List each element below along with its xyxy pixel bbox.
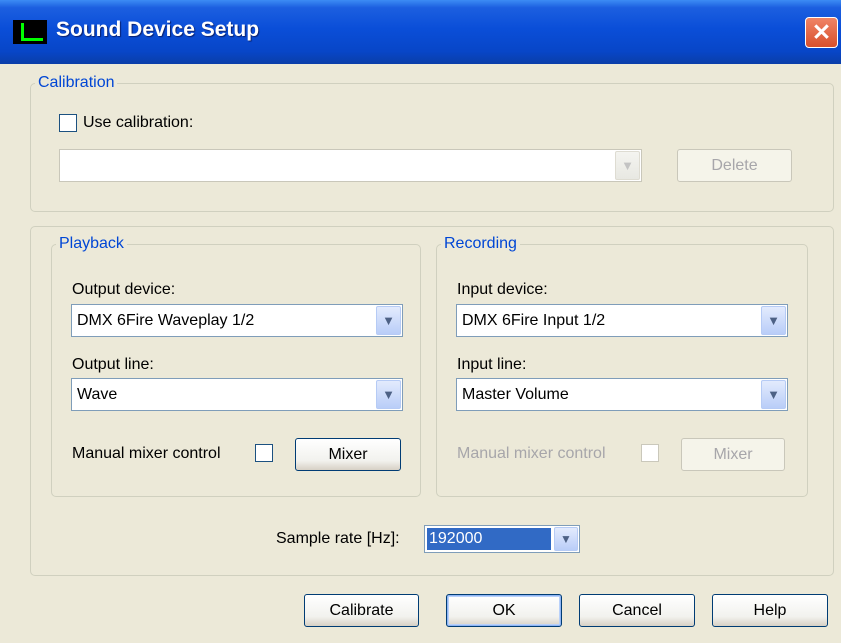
calibration-legend: Calibration — [38, 74, 115, 91]
calibration-file-select: ▼ — [59, 149, 642, 182]
recording-legend: Recording — [444, 235, 517, 252]
calibration-group: Calibration — [30, 74, 834, 212]
recording-manual-mixer-checkbox — [641, 444, 659, 462]
output-device-select[interactable]: DMX 6Fire Waveplay 1/2 ▼ — [71, 304, 403, 337]
recording-mixer-button: Mixer — [681, 438, 785, 471]
input-line-value: Master Volume — [462, 386, 569, 403]
output-device-label: Output device: — [72, 281, 176, 298]
ok-button[interactable]: OK — [446, 594, 562, 627]
cancel-button[interactable]: Cancel — [579, 594, 695, 627]
input-device-label: Input device: — [457, 281, 548, 298]
input-line-select[interactable]: Master Volume ▼ — [456, 378, 788, 411]
playback-manual-mixer-label[interactable]: Manual mixer control — [72, 445, 221, 463]
playback-manual-mixer-checkbox[interactable] — [255, 444, 273, 462]
chevron-down-icon[interactable]: ▼ — [761, 306, 786, 335]
chevron-down-icon[interactable]: ▼ — [376, 380, 401, 409]
output-device-value: DMX 6Fire Waveplay 1/2 — [77, 312, 255, 329]
input-device-value: DMX 6Fire Input 1/2 — [462, 312, 606, 329]
recording-manual-mixer-label: Manual mixer control — [457, 445, 606, 462]
sample-rate-value: 192000 — [427, 528, 551, 550]
output-line-label: Output line: — [72, 356, 154, 373]
chevron-down-icon[interactable]: ▼ — [554, 527, 578, 551]
sample-rate-label: Sample rate [Hz]: — [276, 530, 400, 547]
output-line-value: Wave — [77, 386, 118, 403]
chevron-down-icon[interactable]: ▼ — [376, 306, 401, 335]
title-bar[interactable]: Sound Device Setup ✕ — [0, 0, 841, 64]
help-button[interactable]: Help — [712, 594, 828, 627]
input-device-select[interactable]: DMX 6Fire Input 1/2 ▼ — [456, 304, 788, 337]
window-title: Sound Device Setup — [56, 18, 260, 41]
app-icon — [13, 20, 47, 44]
chevron-down-icon: ▼ — [615, 151, 640, 180]
sample-rate-select[interactable]: 192000 ▼ — [424, 525, 580, 553]
chevron-down-icon[interactable]: ▼ — [761, 380, 786, 409]
use-calibration-label[interactable]: Use calibration: — [83, 114, 193, 132]
playback-legend: Playback — [59, 235, 124, 252]
output-line-select[interactable]: Wave ▼ — [71, 378, 403, 411]
playback-mixer-button[interactable]: Mixer — [295, 438, 401, 471]
calibrate-button[interactable]: Calibrate — [304, 594, 419, 627]
delete-button: Delete — [677, 149, 792, 182]
input-line-label: Input line: — [457, 356, 527, 373]
use-calibration-checkbox[interactable] — [59, 114, 77, 132]
close-button[interactable]: ✕ — [805, 17, 838, 48]
